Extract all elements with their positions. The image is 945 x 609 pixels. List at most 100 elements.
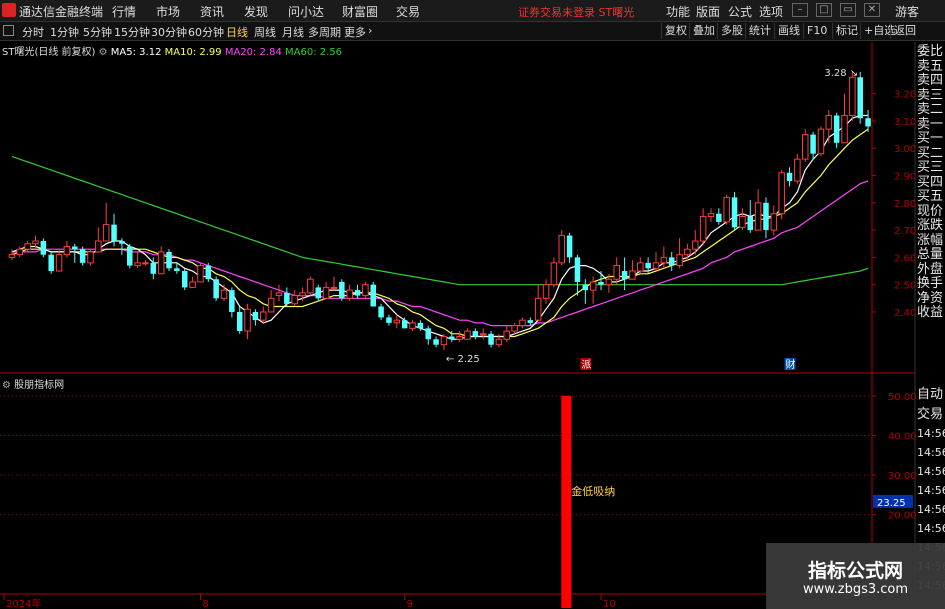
restore-icon[interactable]: ▭ [840,3,856,17]
menu-layout[interactable]: 版面 [696,3,720,20]
candle-body [621,271,628,280]
candle-body [417,322,424,329]
side-label: 卖二 [917,102,944,117]
period-15min[interactable]: 15分钟 [114,24,150,40]
panel-toggle-icon[interactable] [3,25,14,36]
candle-body [220,289,228,299]
candle-body [566,235,573,258]
period-5min[interactable]: 5分钟 [83,24,112,40]
indicator-menu-icon[interactable]: ⚙ [2,380,11,391]
period-tick[interactable]: 分时 [22,24,44,40]
candle-body [8,254,16,258]
side-label: 委比 [917,44,944,59]
candle-body [833,115,840,143]
candle-body [339,281,345,299]
candle-body [668,257,675,266]
candle-body [126,246,133,266]
candle-body [676,254,683,267]
ma10-line [11,128,869,338]
period-toolbar: 分时 1分钟 5分钟 15分钟 30分钟 60分钟 日线 周线 月线 多周期 更… [0,22,945,41]
candle-body [393,319,401,324]
candle-body [849,76,856,116]
candle-body [495,338,503,346]
btn-adjust[interactable]: 复权 [661,23,690,39]
ma20-line [11,180,869,327]
candle-body [794,158,801,182]
menu-formula[interactable]: 公式 [728,3,752,20]
price-tick-label: 2.90 [894,172,916,183]
candle-body [142,262,149,265]
candle-body [260,311,267,321]
close-icon[interactable]: ✕ [864,3,880,17]
menu-bar: 通达信金融终端 行情 市场 资讯 发现 问小达 财富圈 交易 证券交易未登录 S… [0,0,945,22]
candle-body [857,77,863,119]
candle-body [354,290,361,296]
menu-trade[interactable]: 交易 [396,3,420,20]
event-marker-dividend: 派 [581,359,591,371]
menu-discover[interactable]: 发现 [244,3,268,20]
menu-news[interactable]: 资讯 [200,3,224,20]
side-label: 买五 [917,189,944,204]
btn-back[interactable]: 返回 [890,23,919,39]
period-60min[interactable]: 60分钟 [188,24,224,40]
candle-body [24,243,31,250]
menu-wealth[interactable]: 财富圈 [342,3,378,20]
price-tick-label: 2.60 [894,253,916,264]
candle-body [754,202,762,231]
btn-draw[interactable]: 画线 [774,23,803,39]
candle-body [48,254,54,272]
candle-body [275,292,283,297]
period-30min[interactable]: 30分钟 [151,24,187,40]
menu-function[interactable]: 功能 [666,3,690,20]
candle-body [205,265,212,280]
side-label: 买四 [917,174,944,190]
candle-body [605,278,613,286]
maximize-icon[interactable]: □ [816,3,832,17]
x-label-year: 2024年 [6,597,41,609]
settings-icon[interactable]: ⚙ [99,47,108,58]
period-weekly[interactable]: 周线 [254,24,276,40]
side-label: 买三 [917,160,944,175]
candle-body [786,172,793,181]
guest-label[interactable]: 游客 [895,3,919,20]
side-time-label: 14:56 [917,484,945,497]
candle-body [378,306,384,318]
candle-body [456,336,463,340]
side-label: 卖四 [917,73,944,88]
price-tick-label: 2.80 [894,199,916,210]
period-daily[interactable]: 日线 [226,24,248,40]
price-tick-label: 2.50 [894,281,916,292]
price-tick-label: 2.40 [894,308,916,319]
btn-overlay[interactable]: 叠加 [689,23,718,39]
menu-options[interactable]: 选项 [759,3,783,20]
candle-body [865,118,871,127]
candle-body [825,114,833,130]
quote-side-panel: 委比 卖五 卖四 卖三 卖二 卖一 买一 买二 买三 买四 买五 现价 涨跌 涨幅 总量 外盘 换手 净资 收益 [917,44,945,321]
candle-body [244,308,251,332]
candle-body [778,172,785,215]
period-monthly[interactable]: 月线 [282,24,304,40]
candle-body [723,196,730,223]
minimize-icon[interactable]: – [792,3,808,17]
chevron-right-icon[interactable]: › [368,24,372,37]
side-label: 涨幅 [917,232,944,248]
btn-mark[interactable]: 标记 [832,23,861,39]
candle-body [479,333,487,336]
candle-body [817,128,825,155]
candle-body [291,295,298,305]
btn-multi-stock[interactable]: 多股 [717,23,746,39]
btn-f10[interactable]: F10 [803,23,830,39]
candle-body [32,240,39,245]
period-more[interactable]: 更多 [344,24,366,40]
period-multi[interactable]: 多周期 [308,24,341,40]
kline-chart[interactable]: 3.20 3.10 3.00 2.90 2.80 2.70 2.60 2.50 2.40 3.2… [0,42,945,609]
btn-stats[interactable]: 统计 [745,23,774,39]
menu-market[interactable]: 市场 [156,3,180,20]
ma5-value: MA5: 3.12 [110,47,162,58]
menu-ask[interactable]: 问小达 [288,3,324,20]
menu-quotes[interactable]: 行情 [112,3,136,20]
period-1min[interactable]: 1分钟 [50,24,79,40]
high-price-marker: 3.28 ↘ [824,68,858,79]
candle-body [229,290,235,312]
candle-body [810,134,816,154]
